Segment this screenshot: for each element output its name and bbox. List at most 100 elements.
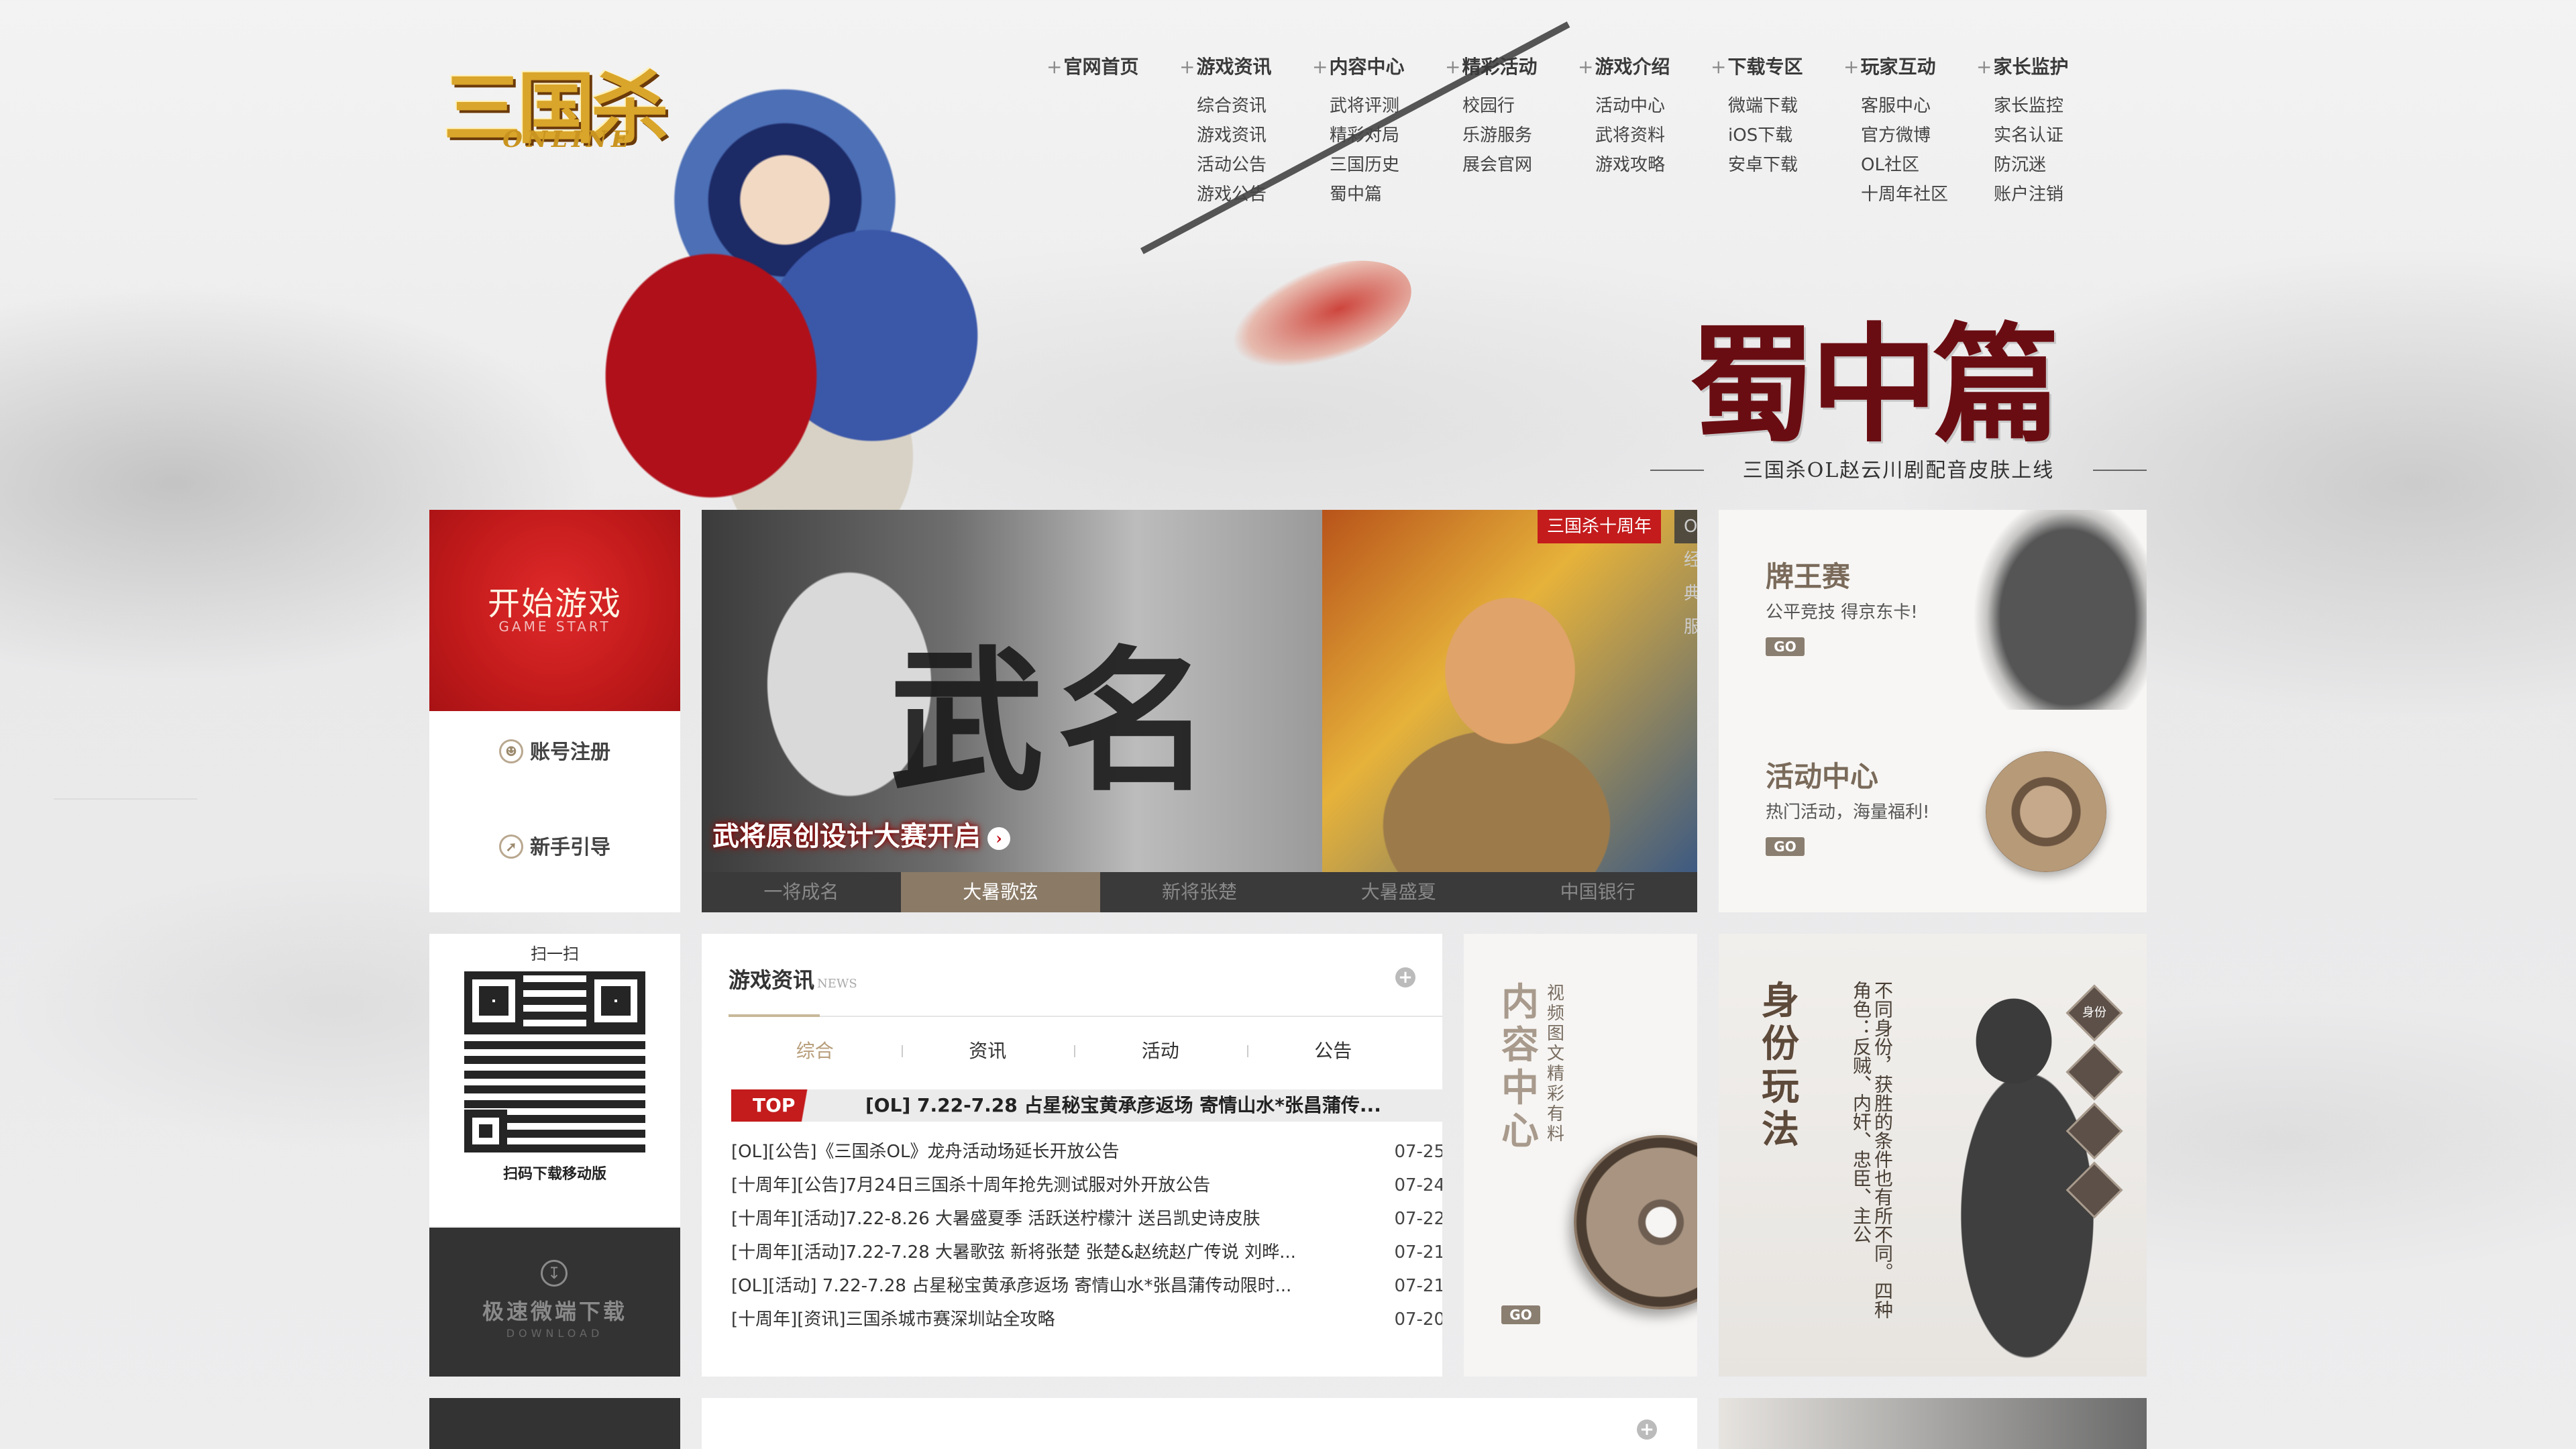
nav-head-home[interactable]: +官网首页 bbox=[1046, 52, 1179, 82]
list-item[interactable]: [十周年][活动]7.22-7.28 大暑歌弦 新将张楚 张楚&赵统赵广传说 刘… bbox=[731, 1236, 1442, 1269]
identity-mode-card[interactable]: 身份玩法 不同身份，获胜的条件也有所不同。四种角色：反贼、内奸、忠臣、主公 身份 bbox=[1719, 934, 2147, 1377]
banner-carousel: 武名 武将原创设计大赛开启 › 三国杀十周年 OL经典服 一将成名 大暑歌弦 新将… bbox=[702, 510, 1697, 912]
guide-label: 新手引导 bbox=[530, 836, 610, 859]
news-item-date: 07-21 bbox=[1394, 1276, 1442, 1296]
start-game-button[interactable]: 开始游戏 GAME START bbox=[429, 510, 680, 711]
go-button[interactable]: GO bbox=[1766, 837, 1805, 856]
go-button[interactable]: GO bbox=[1501, 1305, 1540, 1324]
nav-link[interactable]: 防沉迷 bbox=[1994, 150, 2109, 180]
main-nav: +官网首页 +游戏资讯 综合资讯 游戏资讯 活动公告 游戏公告 +内容中心 武将… bbox=[1046, 52, 2109, 227]
list-item[interactable]: [OL][公告]《三国杀OL》龙舟活动场延长开放公告 07-25 bbox=[731, 1135, 1442, 1169]
start-panel: 开始游戏 GAME START ☻ 账号注册 ➚ 新手引导 bbox=[429, 510, 680, 912]
nav-head-news[interactable]: +游戏资讯 bbox=[1179, 52, 1312, 82]
card-desc: 热门活动，海量福利! bbox=[1766, 802, 1930, 822]
nav-head-label: 内容中心 bbox=[1329, 56, 1405, 78]
download-client-button[interactable]: ↧ 极速微端下载 DOWNLOAD bbox=[429, 1228, 680, 1377]
start-game-sublabel: GAME START bbox=[498, 619, 611, 635]
nav-link[interactable]: 实名认证 bbox=[1994, 121, 2109, 150]
nav-col-home: +官网首页 bbox=[1046, 52, 1179, 227]
card-title: 牌王赛 bbox=[1766, 560, 1851, 593]
register-label: 账号注册 bbox=[530, 741, 610, 764]
hero-subtitle: 三国杀OL赵云川剧配音皮肤上线 bbox=[1650, 453, 2147, 487]
nav-link[interactable]: 校园行 bbox=[1462, 91, 1578, 121]
tag-tenth-anniversary[interactable]: 三国杀十周年 bbox=[1538, 510, 1662, 543]
nav-link[interactable]: 微端下载 bbox=[1728, 91, 1843, 121]
carousel-tab[interactable]: 大暑盛夏 bbox=[1299, 872, 1498, 912]
nav-link[interactable]: 三国历史 bbox=[1330, 150, 1445, 180]
bottom-card-left[interactable] bbox=[429, 1398, 680, 1449]
news-tab-notice[interactable]: 公告 bbox=[1246, 1034, 1420, 1068]
qr-panel: 扫一扫 扫码下载移动版 bbox=[429, 934, 680, 1226]
go-button[interactable]: GO bbox=[1766, 637, 1805, 656]
nav-head-content[interactable]: +内容中心 bbox=[1312, 52, 1445, 82]
nav-head-intro[interactable]: +游戏介绍 bbox=[1578, 52, 1711, 82]
guide-button[interactable]: ➚ 新手引导 bbox=[429, 828, 680, 868]
news-item-date: 07-21 bbox=[1394, 1242, 1442, 1263]
qr-bottom-label: 扫码下载移动版 bbox=[502, 1166, 606, 1183]
news-tab-info[interactable]: 资讯 bbox=[901, 1034, 1075, 1068]
nav-link[interactable]: 客服中心 bbox=[1861, 91, 1976, 121]
nav-link[interactable]: 家长监控 bbox=[1994, 91, 2109, 121]
nav-head-events[interactable]: +精彩活动 bbox=[1445, 52, 1578, 82]
card-card-king[interactable]: 牌王赛 公平竞技 得京东卡! GO bbox=[1719, 510, 2147, 710]
nav-head-parental[interactable]: +家长监护 bbox=[1976, 52, 2109, 82]
content-center-card[interactable]: 内容中心 视频图文精彩有料 GO bbox=[1464, 934, 1697, 1377]
carousel-slide-side[interactable] bbox=[1322, 510, 1697, 872]
nav-link[interactable]: OL社区 bbox=[1861, 150, 1976, 180]
nav-link[interactable]: 游戏公告 bbox=[1197, 180, 1312, 209]
divider bbox=[729, 1016, 1442, 1017]
nav-col-community: +玩家互动 客服中心 官方微博 OL社区 十周年社区 bbox=[1843, 52, 1976, 227]
nav-link[interactable]: 账户注销 bbox=[1994, 180, 2109, 209]
nav-link[interactable]: 活动中心 bbox=[1595, 91, 1711, 121]
bottom-card-right[interactable] bbox=[1719, 1398, 2147, 1449]
nav-link[interactable]: 综合资讯 bbox=[1197, 91, 1312, 121]
news-tab-events[interactable]: 活动 bbox=[1074, 1034, 1247, 1068]
plus-icon[interactable]: + bbox=[1637, 1419, 1657, 1440]
nav-link[interactable]: iOS下载 bbox=[1728, 121, 1843, 150]
nav-link[interactable]: 武将评测 bbox=[1330, 91, 1445, 121]
title-underline bbox=[729, 1014, 820, 1017]
medal-icon bbox=[1986, 751, 2106, 872]
news-title: 游戏资讯 NEWS bbox=[729, 963, 857, 994]
nav-link[interactable]: 乐游服务 bbox=[1462, 121, 1578, 150]
list-item[interactable]: [十周年][活动]7.22-8.26 大暑盛夏季 活跃送柠檬汁 送吕凯史诗皮肤 0… bbox=[731, 1202, 1442, 1236]
tag-ol-classic[interactable]: OL经典服 bbox=[1674, 510, 1697, 637]
news-item-date: 07-25 bbox=[1394, 1142, 1442, 1162]
plus-icon[interactable]: + bbox=[1395, 967, 1415, 987]
list-item[interactable]: [十周年][资讯]三国杀城市赛深圳站全攻略 07-20 bbox=[731, 1303, 1442, 1336]
news-tab-all[interactable]: 综合 bbox=[729, 1034, 902, 1068]
carousel-tab[interactable]: 新将张楚 bbox=[1100, 872, 1299, 912]
list-item[interactable]: [十周年][公告]7月24日三国杀十周年抢先测试服对外开放公告 07-24 bbox=[731, 1169, 1442, 1202]
identity-badge-label: 身份 bbox=[2082, 1006, 2106, 1020]
nav-head-community[interactable]: +玩家互动 bbox=[1843, 52, 1976, 82]
carousel-tab[interactable]: 一将成名 bbox=[702, 872, 901, 912]
slide-caption[interactable]: 武将原创设计大赛开启 › bbox=[702, 813, 1021, 860]
news-title-text: 游戏资讯 bbox=[729, 967, 815, 993]
list-item[interactable]: [OL][活动] 7.22-7.28 占星秘宝黄承彦返场 寄情山水*张昌蒲传动限… bbox=[731, 1269, 1442, 1303]
card-event-center[interactable]: 活动中心 热门活动，海量福利! GO bbox=[1719, 710, 2147, 912]
slide-brush-text: 武名 bbox=[890, 631, 1226, 812]
nav-link[interactable]: 展会官网 bbox=[1462, 150, 1578, 180]
nav-link[interactable]: 蜀中篇 bbox=[1330, 180, 1445, 209]
carousel-tab-active[interactable]: 大暑歌弦 bbox=[900, 872, 1100, 912]
nav-link[interactable]: 武将资料 bbox=[1595, 121, 1711, 150]
news-top-item[interactable]: TOP [OL] 7.22-7.28 占星秘宝黄承彦返场 寄情山水*张昌蒲传..… bbox=[731, 1089, 1442, 1122]
carousel-tabs: 一将成名 大暑歌弦 新将张楚 大暑盛夏 中国银行 bbox=[702, 872, 1697, 912]
news-item-text: [十周年][活动]7.22-8.26 大暑盛夏季 活跃送柠檬汁 送吕凯史诗皮肤 bbox=[731, 1209, 1260, 1229]
nav-link[interactable]: 安卓下载 bbox=[1728, 150, 1843, 180]
carousel-slide-main[interactable]: 武名 武将原创设计大赛开启 › bbox=[702, 510, 1322, 872]
nav-link[interactable]: 游戏资讯 bbox=[1197, 121, 1312, 150]
nav-head-label: 游戏资讯 bbox=[1196, 56, 1272, 78]
register-button[interactable]: ☻ 账号注册 bbox=[429, 733, 680, 773]
nav-link[interactable]: 活动公告 bbox=[1197, 150, 1312, 180]
nav-link[interactable]: 精彩对局 bbox=[1330, 121, 1445, 150]
nav-head-download[interactable]: +下载专区 bbox=[1711, 52, 1843, 82]
nav-link[interactable]: 官方微博 bbox=[1861, 121, 1976, 150]
user-icon: ☻ bbox=[499, 739, 523, 763]
bottom-card-middle[interactable]: + bbox=[702, 1398, 1697, 1449]
nav-link[interactable]: 十周年社区 bbox=[1861, 180, 1976, 209]
nav-link[interactable]: 游戏攻略 bbox=[1595, 150, 1711, 180]
carousel-tab[interactable]: 中国银行 bbox=[1498, 872, 1697, 912]
download-icon: ↧ bbox=[541, 1260, 568, 1287]
nav-head-label: 玩家互动 bbox=[1860, 56, 1936, 78]
